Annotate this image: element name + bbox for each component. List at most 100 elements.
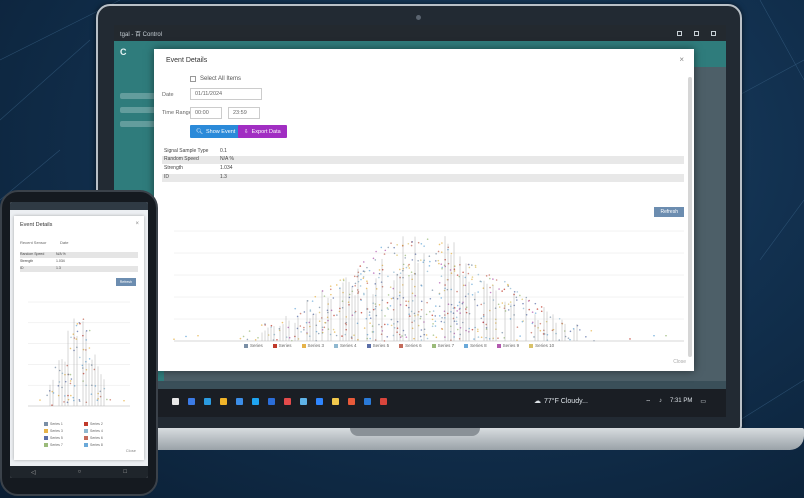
notifications-icon[interactable]: ▭: [700, 398, 706, 406]
sidebar-item-2[interactable]: [120, 107, 158, 113]
phone-close-icon[interactable]: ×: [135, 221, 139, 227]
phone-legend-item[interactable]: Series 8: [84, 443, 124, 447]
phone-data-point: [94, 385, 97, 387]
laptop-data-point: [429, 310, 431, 313]
laptop-legend-item[interactable]: Series 10: [529, 343, 554, 348]
laptop-data-point: [480, 280, 483, 283]
select-all-checkbox[interactable]: [190, 76, 196, 82]
show-event-button[interactable]: 🔍︎ Show Event: [190, 125, 242, 138]
phone-field-label: Recent Sensor: [20, 240, 47, 245]
laptop-data-point: [363, 270, 366, 273]
wifi-icon[interactable]: ⌔: [645, 398, 651, 406]
home-icon[interactable]: ○: [78, 469, 82, 475]
date-label: Date: [162, 92, 174, 98]
time-end-field[interactable]: 23:59: [228, 107, 260, 119]
laptop-legend-swatch: [496, 343, 501, 348]
laptop-legend-swatch: [529, 343, 534, 348]
laptop-data-point: [489, 277, 491, 280]
laptop-data-point: [525, 296, 528, 299]
laptop-notch: [350, 428, 480, 436]
laptop-data-point: [489, 286, 491, 289]
laptop-legend-item[interactable]: Series 7: [431, 343, 454, 348]
laptop-data-point: [423, 333, 426, 336]
laptop-data-point: [450, 252, 453, 255]
time-start-field[interactable]: 00:00: [190, 107, 222, 119]
laptop-data-point: [387, 294, 390, 296]
phone-info-value: 1.034: [56, 259, 65, 263]
close-window-icon[interactable]: [711, 30, 716, 36]
taskbar-icons: [172, 398, 387, 405]
laptop-legend-item[interactable]: Series 5: [366, 343, 389, 348]
taskbar-app-icon[interactable]: [236, 398, 243, 405]
laptop-legend-item[interactable]: Series: [272, 343, 292, 348]
laptop-legend-item[interactable]: Series 8: [464, 343, 487, 348]
phone-legend-item[interactable]: Series 3: [44, 429, 84, 433]
taskbar-app-icon[interactable]: [316, 398, 323, 405]
export-data-button[interactable]: ⇩ Export Data: [238, 125, 287, 138]
taskbar-app-icon[interactable]: [380, 398, 387, 405]
volume-icon[interactable]: ♪: [659, 398, 662, 406]
laptop-data-point: [257, 337, 259, 339]
laptop-legend-item[interactable]: Series: [244, 343, 263, 348]
taskbar-app-icon[interactable]: [284, 398, 291, 405]
laptop-data-point: [471, 293, 474, 296]
taskbar-app-icon[interactable]: [220, 398, 227, 405]
taskbar-app-icon[interactable]: [332, 398, 339, 405]
taskbar-app-icon[interactable]: [300, 398, 307, 405]
phone-legend-item[interactable]: Series 7: [44, 443, 84, 447]
laptop-data-point: [462, 271, 464, 274]
phone-legend-item[interactable]: Series 5: [44, 436, 84, 440]
phone-data-point: [46, 394, 48, 397]
laptop-data-point: [378, 276, 380, 279]
phone-legend-item[interactable]: Series 1: [44, 422, 84, 426]
laptop-data-point: [434, 260, 437, 262]
phone-legend-item[interactable]: Series 2: [84, 422, 124, 426]
laptop-data-point: [540, 306, 543, 308]
sidebar-item-3[interactable]: [120, 121, 158, 127]
weather-widget[interactable]: ☁ 77°F Cloudy...: [534, 397, 588, 406]
laptop-data-point: [521, 320, 524, 323]
laptop-data-point: [438, 281, 441, 284]
laptop-data-point: [405, 336, 408, 338]
laptop-data-point: [411, 259, 414, 261]
laptop-data-point: [456, 310, 458, 312]
refresh-button[interactable]: Refresh: [654, 207, 684, 217]
phone-data-point: [79, 356, 81, 359]
phone-legend-item[interactable]: Series 6: [84, 436, 124, 440]
laptop-legend-item[interactable]: Series 9: [496, 343, 519, 348]
taskbar-app-icon[interactable]: [204, 398, 211, 405]
phone-legend-item[interactable]: Series 4: [84, 429, 124, 433]
phone-refresh-button[interactable]: Refresh: [115, 278, 136, 286]
taskbar-app-icon[interactable]: [364, 398, 371, 405]
laptop-data-point: [353, 275, 356, 278]
laptop-legend-item[interactable]: Series 6: [399, 343, 422, 348]
laptop-data-point: [492, 337, 495, 340]
clock[interactable]: 7:31 PM: [670, 398, 692, 406]
laptop-data-point: [330, 293, 332, 296]
back-icon[interactable]: ◁: [31, 469, 36, 476]
taskbar-app-icon[interactable]: [268, 398, 275, 405]
taskbar-app-icon[interactable]: [172, 398, 179, 405]
modal-close-icon[interactable]: ×: [679, 55, 684, 64]
sidebar-item-1[interactable]: [120, 93, 158, 99]
laptop-data-point: [383, 253, 386, 255]
phone-close-link[interactable]: Close: [126, 448, 136, 453]
laptop-data-point: [408, 274, 410, 277]
phone-data-point: [103, 387, 106, 390]
taskbar-app-icon[interactable]: [252, 398, 259, 405]
minimize-icon[interactable]: [677, 30, 682, 36]
laptop-data-point: [387, 308, 390, 310]
laptop-data-point: [402, 267, 405, 270]
close-link[interactable]: Close: [673, 359, 686, 365]
date-field[interactable]: 01/11/2024: [190, 88, 262, 100]
laptop-data-point: [363, 327, 366, 329]
recents-icon[interactable]: □: [123, 469, 127, 475]
taskbar-app-icon[interactable]: [348, 398, 355, 405]
taskbar-app-icon[interactable]: [188, 398, 195, 405]
maximize-icon[interactable]: [694, 30, 699, 36]
laptop-legend-item[interactable]: Series 3: [301, 343, 324, 348]
laptop-data-point: [477, 336, 480, 338]
laptop-legend-item[interactable]: Series 4: [334, 343, 357, 348]
laptop-data-point: [501, 290, 503, 292]
select-all-row[interactable]: Select All Items: [190, 76, 241, 82]
